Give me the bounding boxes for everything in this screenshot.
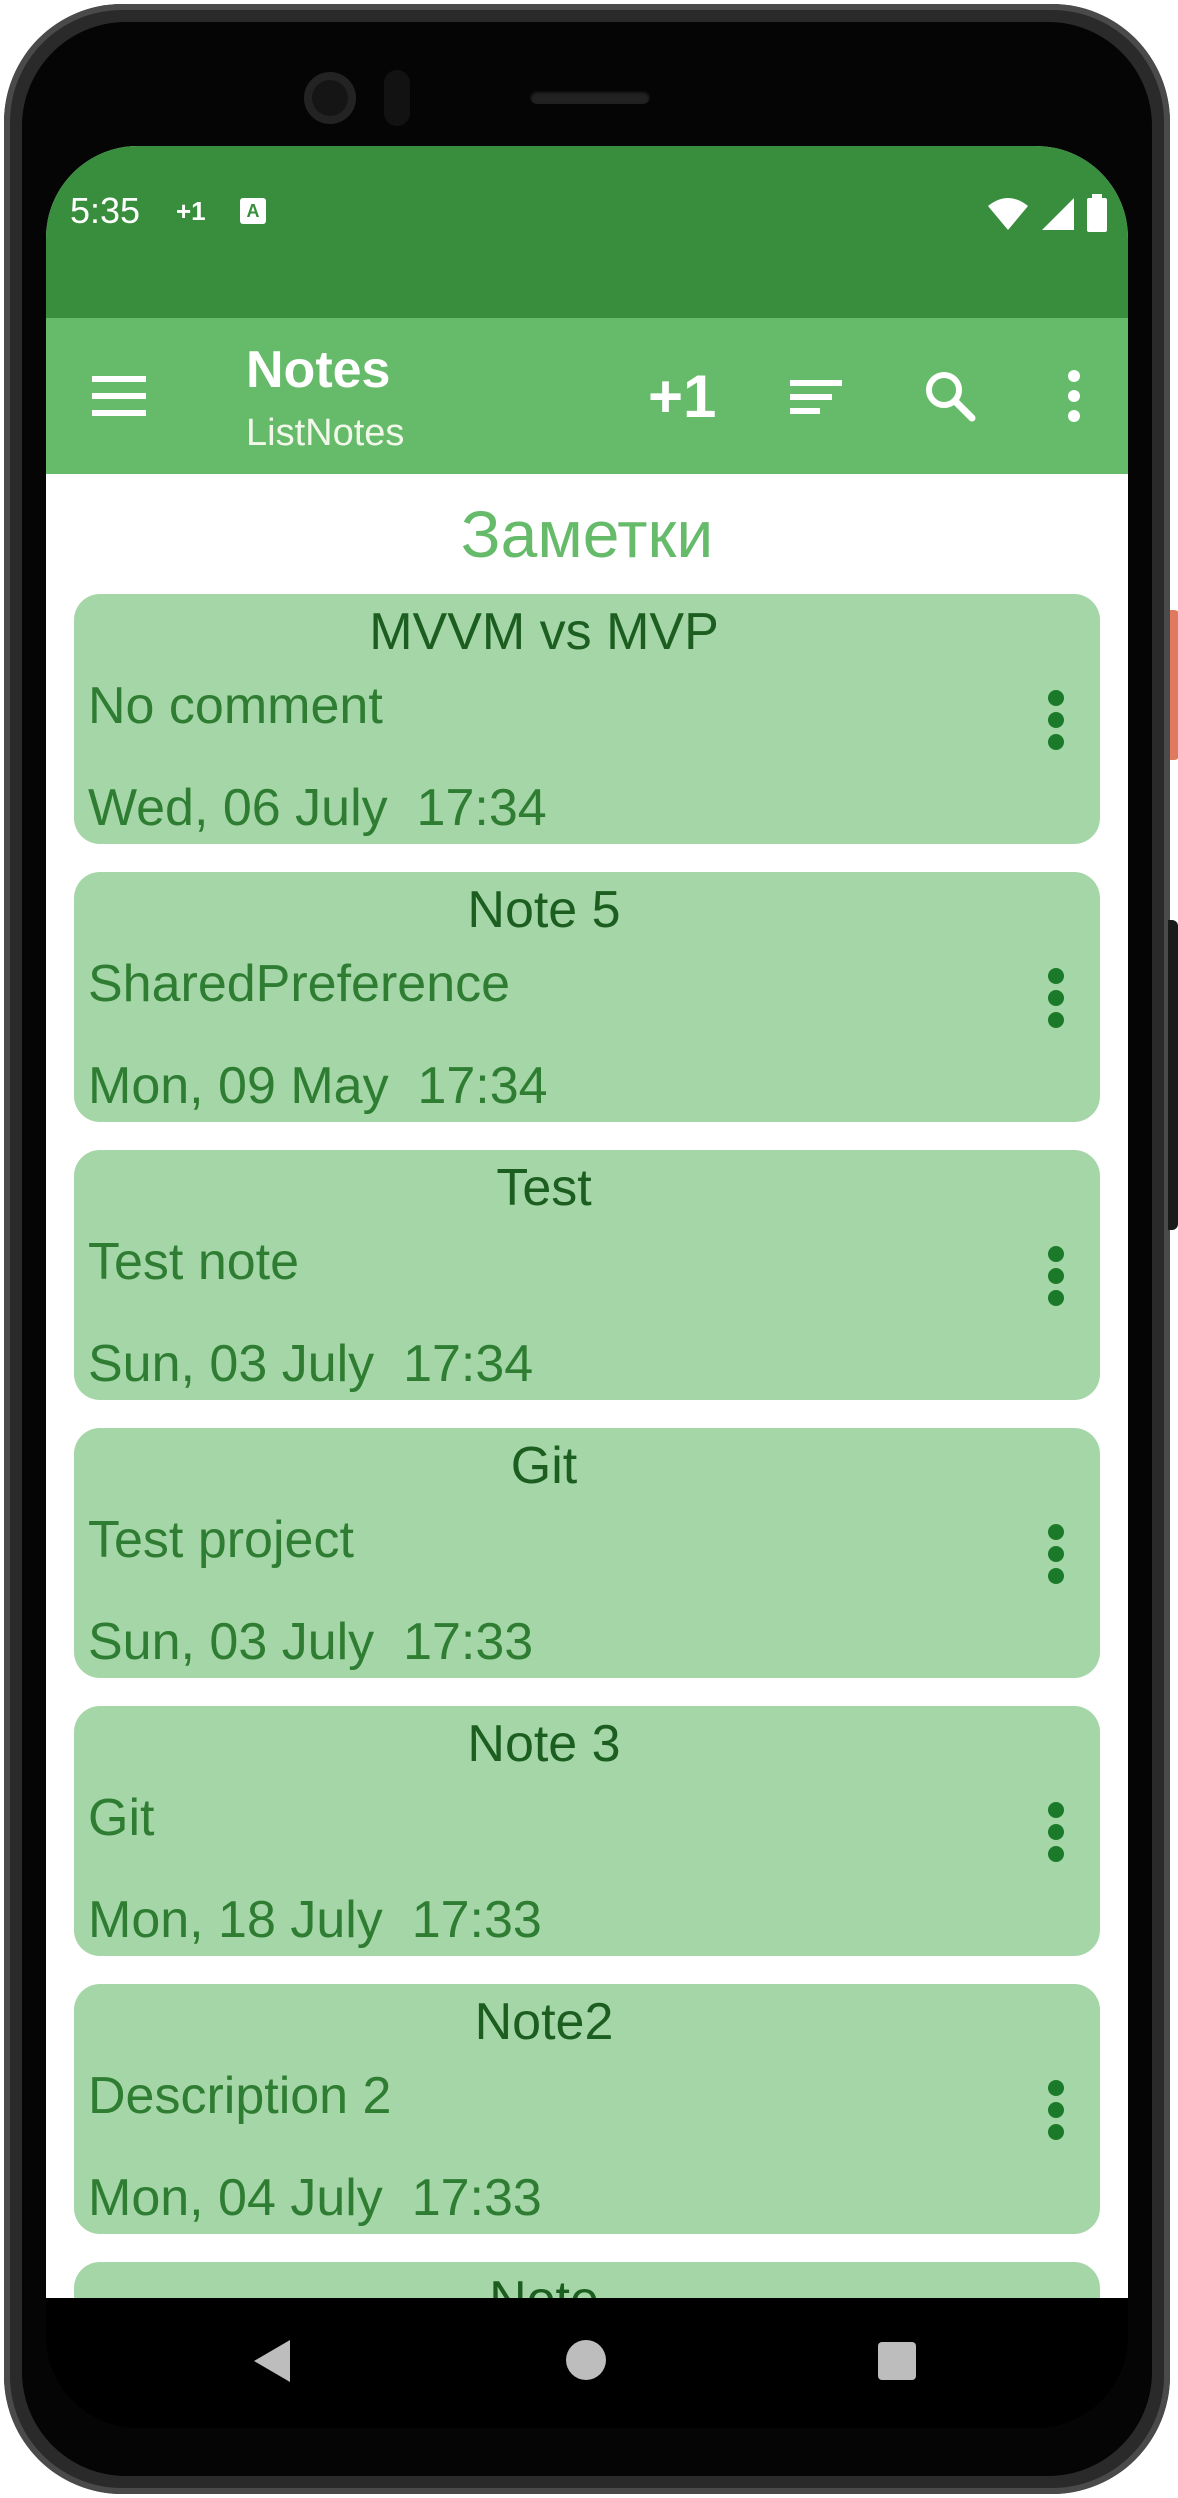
power-button[interactable] — [1170, 610, 1178, 760]
note-card[interactable]: Note — [74, 2262, 1100, 2298]
volume-button[interactable] — [1168, 920, 1178, 1230]
note-card[interactable]: Test Test note Sun, 03 July 17:34 — [74, 1150, 1100, 1400]
page-title: Заметки — [460, 497, 714, 571]
battery-icon — [1087, 194, 1107, 232]
notification-count: +1 — [176, 196, 206, 226]
recents-icon[interactable] — [878, 2342, 916, 2380]
earpiece-speaker — [530, 90, 650, 104]
note-date: Mon, 04 July 17:33 — [88, 2169, 542, 2227]
note-description: Test project — [88, 1511, 354, 1569]
front-camera — [304, 72, 356, 124]
search-icon[interactable] — [920, 366, 980, 426]
home-icon[interactable] — [566, 2340, 606, 2380]
overflow-menu-icon[interactable] — [1054, 366, 1094, 426]
status-bar: 5:35 +1 A — [46, 146, 1128, 318]
toolbar-subtitle: ListNotes — [246, 412, 405, 454]
note-title: Note 5 — [467, 881, 621, 939]
note-title: Note2 — [474, 1993, 614, 2051]
note-options-icon[interactable] — [1048, 1802, 1066, 1862]
status-icons — [986, 192, 1108, 232]
note-card[interactable]: Note2 Description 2 Mon, 04 July 17:33 — [74, 1984, 1100, 2234]
note-date: Wed, 06 July 17:34 — [88, 779, 547, 837]
note-date: Sun, 03 July 17:33 — [88, 1613, 534, 1671]
sort-icon[interactable] — [786, 366, 846, 426]
note-date: Mon, 09 May 17:34 — [88, 1057, 548, 1115]
note-title: Git — [510, 1437, 578, 1495]
note-title: MVVM vs MVP — [369, 603, 719, 661]
note-description: Test note — [88, 1233, 300, 1291]
note-options-icon[interactable] — [1048, 2080, 1066, 2140]
app-toolbar: Notes ListNotes +1 — [46, 318, 1128, 474]
app-screen: 5:35 +1 A Notes ListNotes +1 Заметки MVV… — [46, 146, 1128, 2298]
note-description: Description 2 — [88, 2067, 392, 2125]
note-card[interactable]: Note 5 SharedPreference Mon, 09 May 17:3… — [74, 872, 1100, 1122]
note-date: Mon, 18 July 17:33 — [88, 1891, 542, 1949]
note-options-icon[interactable] — [1048, 690, 1066, 750]
back-icon[interactable] — [252, 2338, 292, 2384]
system-nav-bar — [46, 2298, 1128, 2428]
note-options-icon[interactable] — [1048, 1524, 1066, 1584]
wifi-icon — [988, 198, 1028, 230]
note-card[interactable]: Note 3 Git Mon, 18 July 17:33 — [74, 1706, 1100, 1956]
note-title: Note — [74, 2270, 1014, 2298]
add-note-button[interactable]: +1 — [648, 362, 716, 431]
note-description: Git — [88, 1789, 155, 1847]
note-title: Note 3 — [467, 1715, 621, 1773]
note-title: Test — [496, 1159, 592, 1217]
toolbar-title: Notes — [246, 341, 391, 399]
proximity-sensor — [384, 70, 410, 126]
note-description: No comment — [88, 677, 383, 735]
note-options-icon[interactable] — [1048, 968, 1066, 1028]
keyboard-icon: A — [240, 198, 266, 224]
note-card[interactable]: Git Test project Sun, 03 July 17:33 — [74, 1428, 1100, 1678]
signal-icon — [1042, 198, 1074, 230]
note-date: Sun, 03 July 17:34 — [88, 1335, 534, 1393]
menu-icon[interactable] — [92, 376, 146, 416]
status-time: 5:35 — [70, 190, 141, 231]
note-card[interactable]: MVVM vs MVP No comment Wed, 06 July 17:3… — [74, 594, 1100, 844]
note-options-icon[interactable] — [1048, 1246, 1066, 1306]
note-description: SharedPreference — [88, 955, 511, 1013]
